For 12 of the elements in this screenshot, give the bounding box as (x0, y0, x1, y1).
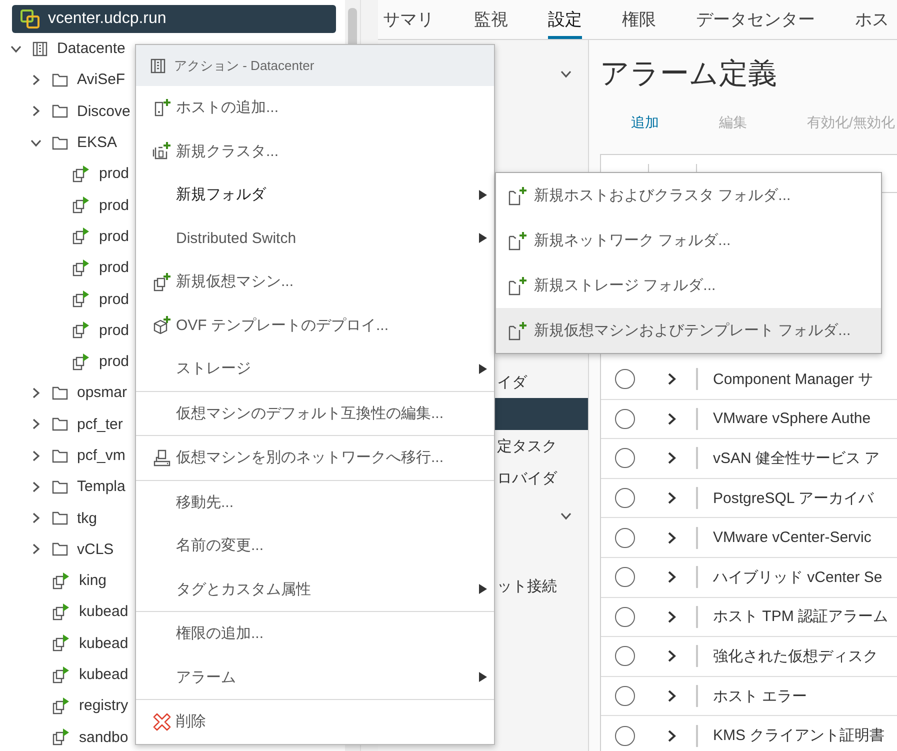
table-cell: VMware vCenter-Servic (713, 529, 872, 546)
table-cell: ホスト エラー (713, 686, 808, 706)
table-cell: ホスト TPM 認証アラーム (713, 607, 888, 626)
table-cell: PostgreSQL アーカイバ (713, 488, 874, 508)
table-cell: vSAN 健全性サービス ア (713, 448, 880, 468)
menu-title: アクション - Datacenter (174, 56, 314, 74)
page-title: アラーム定義 (600, 57, 778, 92)
table-cell: Component Manager サ (713, 370, 874, 389)
table-cell: VMware vSphere Authe (713, 410, 871, 428)
table-cell: 強化された仮想ディスク (713, 646, 878, 666)
table-cell: ハイブリッド vCenter Se (713, 568, 882, 587)
table-cell: KMS クライアント証明書 (713, 726, 885, 746)
